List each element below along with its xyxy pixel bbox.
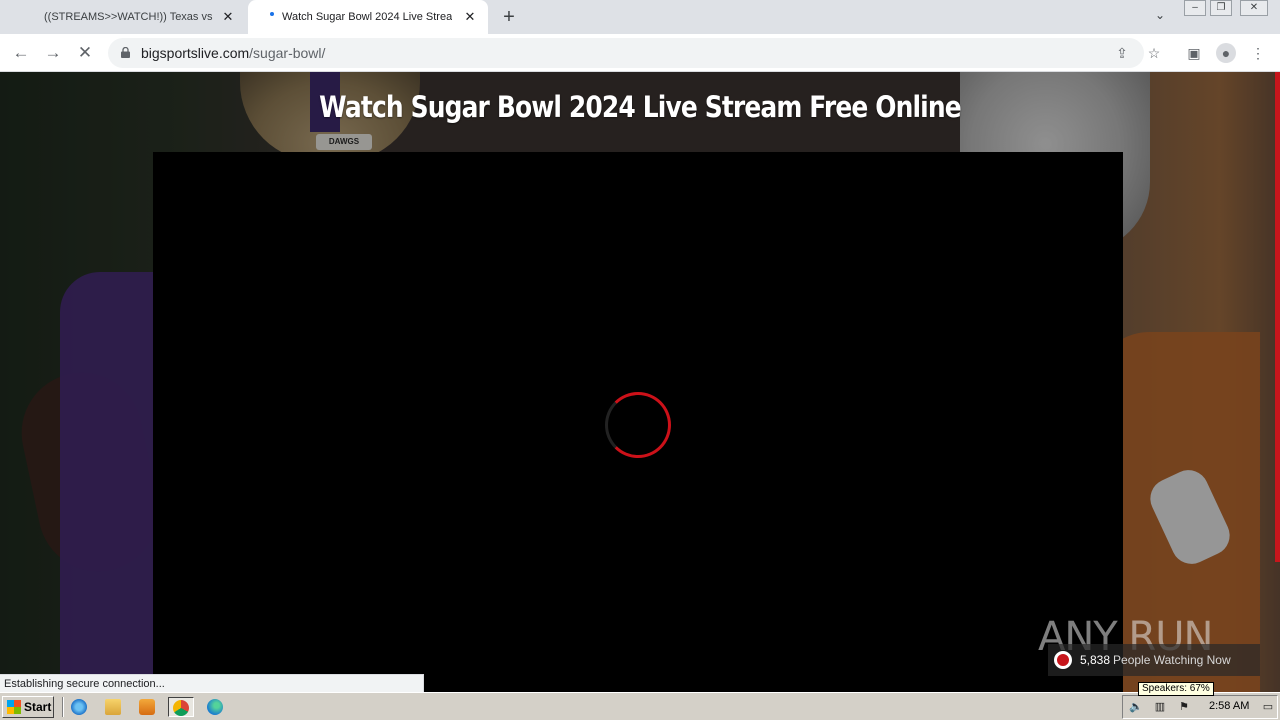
address-bar[interactable]: bigsportslive.com/sugar-bowl/ ⇪ ☆	[108, 38, 1160, 68]
web-page: DAWGS Watch Sugar Bowl 2024 Live Stream …	[0, 72, 1280, 692]
menu-kebab-icon[interactable]: ⋮	[1248, 43, 1268, 63]
volume-tooltip: Speakers: 67%	[1138, 682, 1214, 696]
minimize-button[interactable]: –	[1184, 0, 1206, 16]
browser-window: ((STREAMS>>WATCH!)) Texas vs W ✕ Watch S…	[0, 0, 1280, 692]
browser-toolbar: ← → ✕ bigsportslive.com/sugar-bowl/ ⇪ ☆ …	[0, 34, 1280, 72]
tab-streams[interactable]: ((STREAMS>>WATCH!)) Texas vs W ✕	[30, 0, 246, 34]
start-label: Start	[24, 700, 52, 714]
close-icon[interactable]: ✕	[462, 9, 478, 25]
restore-button[interactable]: ❐	[1210, 0, 1232, 16]
close-icon[interactable]: ✕	[220, 9, 236, 25]
viewer-count-badge: 5,838 People Watching Now	[1048, 644, 1260, 676]
browser-status-bar: Establishing secure connection...	[0, 674, 424, 692]
tab-title: ((STREAMS>>WATCH!)) Texas vs W	[44, 11, 214, 23]
video-player[interactable]	[153, 152, 1123, 692]
url-path: /sugar-bowl/	[249, 45, 326, 61]
plus-icon[interactable]: +	[498, 6, 520, 28]
viewer-count-label: People Watching Now	[1113, 653, 1231, 667]
windows-logo-icon	[7, 700, 21, 714]
start-button[interactable]: Start	[2, 696, 54, 718]
profile-avatar-icon[interactable]: ●	[1216, 43, 1236, 63]
page-title: Watch Sugar Bowl 2024 Live Stream Free O…	[319, 90, 962, 124]
red-edge-bar	[1275, 72, 1280, 562]
tab-title: Watch Sugar Bowl 2024 Live Stream	[282, 11, 452, 23]
tab-strip: ((STREAMS>>WATCH!)) Texas vs W ✕ Watch S…	[0, 0, 1280, 34]
clock[interactable]: 2:58 AM	[1209, 700, 1249, 712]
viewer-count: 5,838	[1080, 653, 1111, 667]
eye-icon	[1054, 651, 1072, 669]
media-player-icon[interactable]	[136, 697, 158, 717]
stop-loading-icon[interactable]: ✕	[74, 42, 96, 64]
url-domain: bigsportslive.com	[141, 45, 250, 61]
lock-icon	[121, 47, 130, 58]
internet-explorer-icon[interactable]	[68, 697, 90, 717]
tab-sugar-bowl[interactable]: Watch Sugar Bowl 2024 Live Stream ✕	[248, 0, 488, 34]
edge-icon[interactable]	[204, 697, 226, 717]
network-icon[interactable]: ▥	[1153, 700, 1167, 714]
windows-taskbar: Start 🔈 ▥ ⚑ 2:58 AM ▭	[0, 692, 1280, 720]
loading-spinner-icon	[605, 392, 671, 458]
speaker-icon[interactable]: 🔈	[1129, 700, 1143, 714]
url-text: bigsportslive.com/sugar-bowl/	[141, 45, 325, 61]
file-explorer-icon[interactable]	[102, 697, 124, 717]
flag-icon[interactable]: ⚑	[1177, 700, 1191, 714]
show-desktop-icon[interactable]: ▭	[1261, 700, 1275, 714]
chrome-taskbar-button[interactable]	[168, 697, 194, 717]
loading-favicon-icon	[270, 12, 274, 16]
close-window-button[interactable]: ✕	[1240, 0, 1268, 16]
chevron-down-icon[interactable]: ⌄	[1150, 8, 1170, 26]
back-arrow-icon[interactable]: ←	[10, 42, 32, 64]
share-icon[interactable]: ⇪	[1113, 44, 1131, 62]
forward-arrow-icon[interactable]: →	[42, 42, 64, 64]
system-tray: 🔈 ▥ ⚑ 2:58 AM ▭	[1122, 695, 1278, 719]
side-panel-icon[interactable]: ▣	[1184, 43, 1204, 63]
bookmark-star-icon[interactable]: ☆	[1145, 44, 1163, 62]
